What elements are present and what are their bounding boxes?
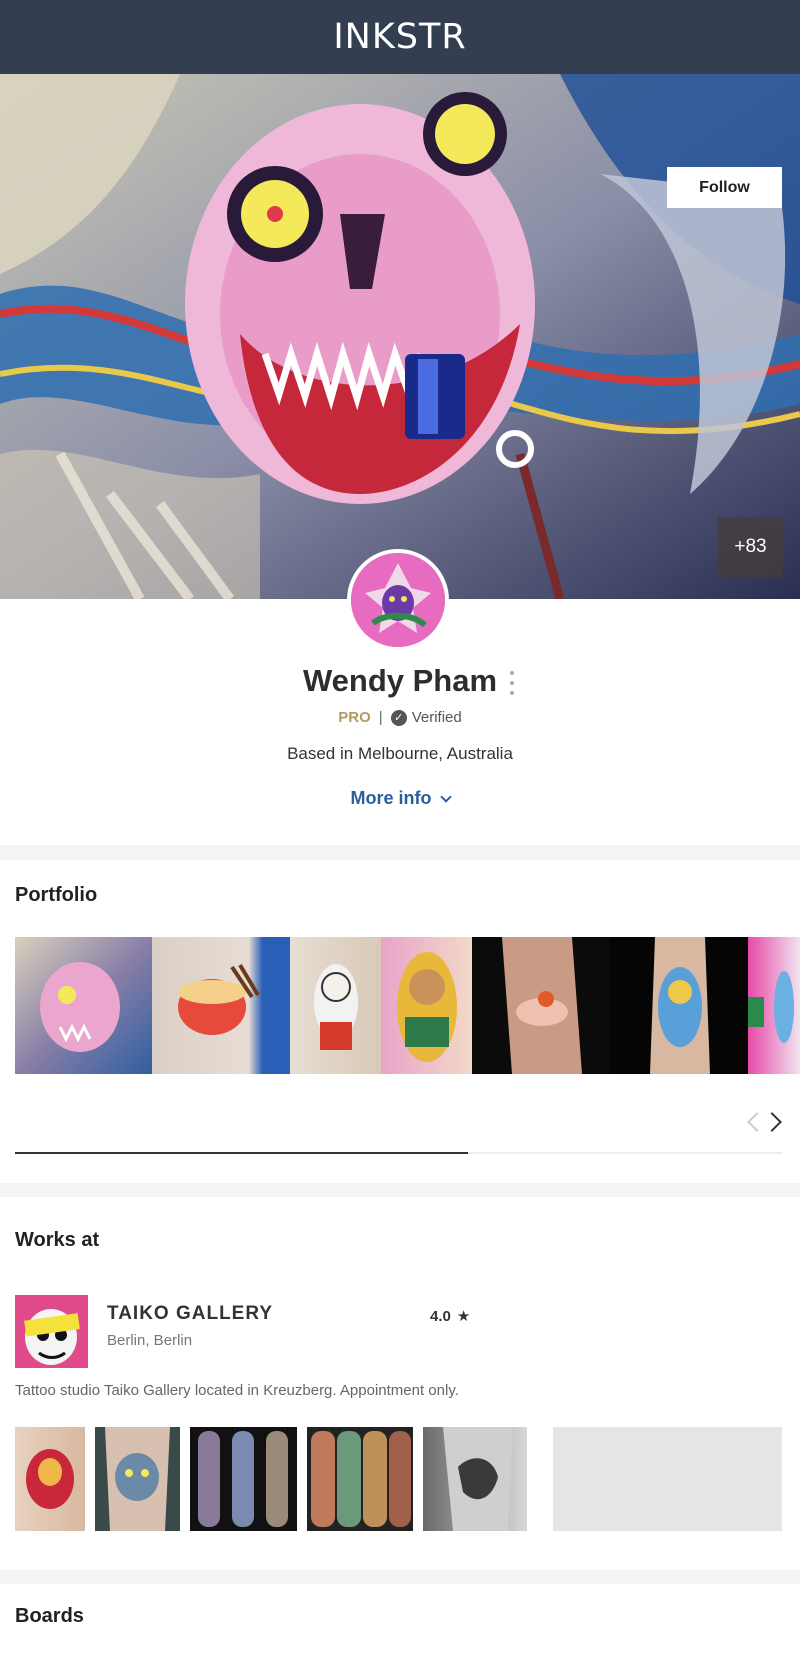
carousel-scrollbar-thumb[interactable] [15,1152,468,1154]
kebab-dot [510,681,514,685]
portfolio-thumb[interactable] [290,937,381,1074]
top-bar: INKSTR [0,0,800,74]
thumb-art [40,962,120,1052]
name-row: Wendy Pham [0,663,800,699]
thumb-art [443,1427,513,1531]
thumb-art [397,952,457,1062]
studio-thumb[interactable] [95,1427,180,1531]
more-photos-badge[interactable]: +83 [718,517,783,577]
studio-gallery [15,1427,785,1531]
more-info-toggle[interactable]: More info [0,788,800,809]
rating-value: 4.0 [430,1307,451,1325]
brand-logo[interactable]: INKSTR [333,17,466,57]
portfolio-thumb[interactable] [748,937,800,1074]
thumb-art [650,937,710,1074]
thumb-art [26,1449,74,1509]
carousel-next-icon[interactable] [762,1112,782,1132]
portfolio-section: Portfolio [0,860,800,1183]
studio-thumb[interactable] [423,1427,527,1531]
thumb-art [311,1431,411,1527]
verified-badge: ✓ Verified [390,709,462,726]
check-circle-icon: ✓ [390,709,407,726]
works-at-section: Works at TAIKO GALLERY Berlin, Berlin 4.… [0,1197,800,1570]
badge-separator: | [378,709,383,726]
boards-title: Boards [15,1605,84,1627]
badges-row: PRO | ✓ Verified [0,709,800,726]
profile-page: INKSTR Follow +83 Wendy Pham PRO | ✓ Ver… [0,0,800,1654]
thumb-art [314,964,358,1050]
thumb-art [105,1427,170,1531]
portfolio-thumb[interactable] [15,937,152,1074]
carousel-scrollbar[interactable] [15,1152,782,1154]
studio-location: Berlin, Berlin [107,1332,193,1349]
cover-image[interactable]: Follow [0,74,800,599]
thumb-art [748,971,794,1043]
portfolio-thumb[interactable] [381,937,472,1074]
cover-artwork [0,74,800,599]
portfolio-title: Portfolio [15,884,98,906]
studio-logo-art [15,1295,88,1368]
artist-name: Wendy Pham [302,663,498,698]
studio-thumb-placeholder [553,1427,782,1531]
studio-thumb[interactable] [15,1427,85,1531]
chevron-down-icon [439,790,452,803]
studio-logo[interactable] [15,1295,88,1368]
star-icon: ★ [456,1308,471,1325]
studio-name[interactable]: TAIKO GALLERY [107,1303,273,1325]
more-info-label: More info [350,788,432,808]
thumb-art [198,1431,288,1527]
pro-badge: PRO [338,709,371,726]
verified-label: Verified [411,709,462,726]
works-at-title: Works at [15,1229,100,1251]
kebab-dot [510,671,514,675]
portfolio-carousel[interactable] [15,937,800,1074]
studio-thumb[interactable] [307,1427,413,1531]
avatar-art [351,553,445,647]
studio-rating: 4.0 ★ [430,1307,471,1326]
studio-thumb[interactable] [190,1427,297,1531]
portfolio-thumb[interactable] [152,937,290,1074]
artist-location: Based in Melbourne, Australia [287,744,513,763]
portfolio-thumb[interactable] [610,937,748,1074]
follow-button[interactable]: Follow [667,167,782,208]
portfolio-thumb[interactable] [472,937,610,1074]
thumb-art [178,963,260,1035]
kebab-dot [510,691,514,695]
thumb-art [502,937,582,1074]
studio-description: Tattoo studio Taiko Gallery located in K… [15,1382,459,1399]
avatar[interactable] [347,549,449,651]
boards-section: Boards [0,1584,800,1654]
more-options-icon[interactable] [508,671,516,695]
